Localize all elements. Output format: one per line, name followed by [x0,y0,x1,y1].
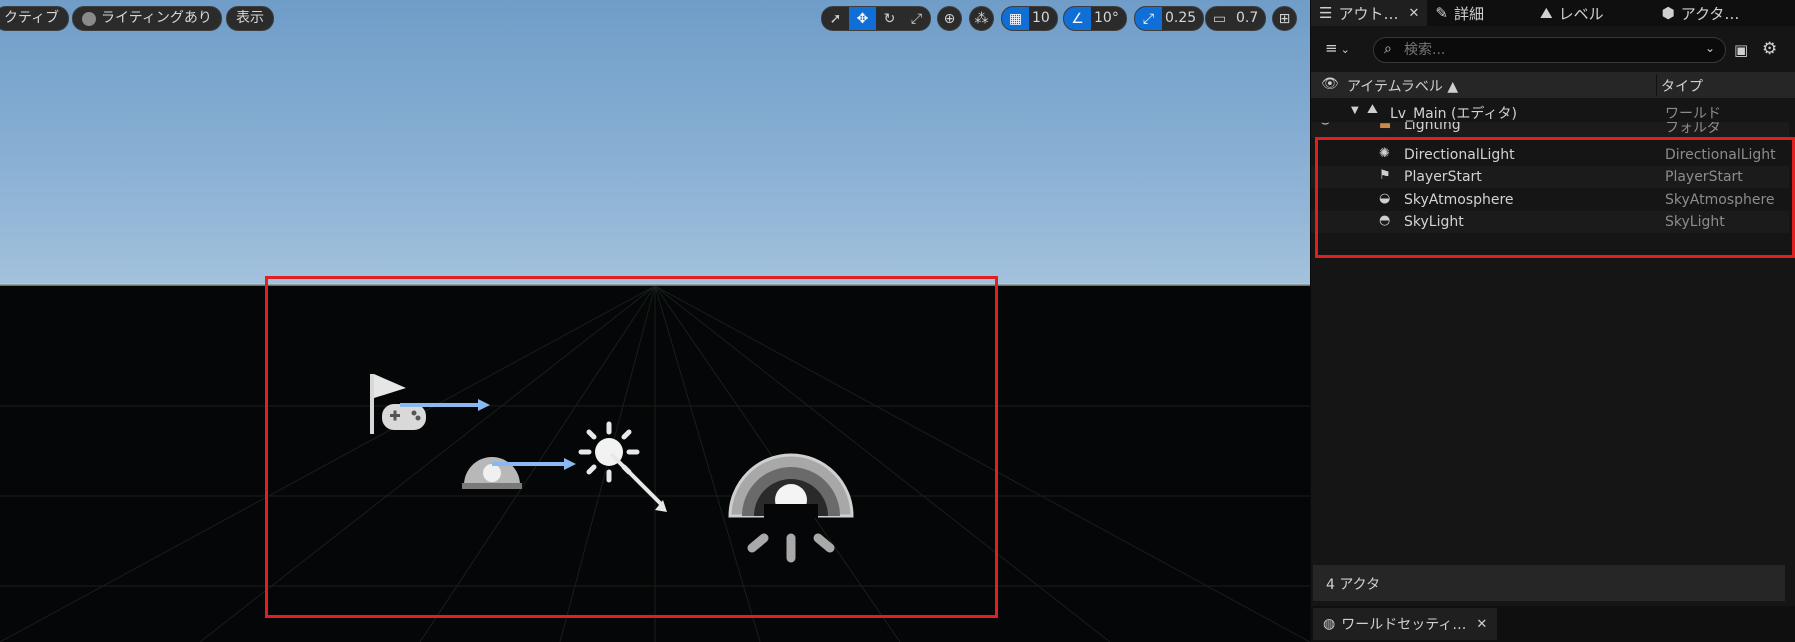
grid-snap-group: ▦ 10 [1001,6,1058,31]
tab-world-settings-label: ワールドセッティ… [1341,617,1467,633]
search-box[interactable]: ⌕ ⌄ [1373,37,1726,63]
tree-row-world[interactable]: ▼ ⛰ Lv_Main (エディタ) ワールド [1311,100,1789,122]
translate-tool-button[interactable]: ✥ [849,7,876,30]
expand-arrow-icon[interactable]: ▼ [1351,105,1359,116]
scale-snap-value[interactable]: 0.25 [1162,7,1203,30]
close-icon[interactable]: ✕ [1408,6,1419,21]
surface-snap-button[interactable]: ⁂ [969,6,994,31]
level-icon: ⛰ [1539,4,1553,22]
search-icon: ⌕ [1384,41,1392,57]
chevron-down-icon: ⌄ [1340,43,1350,56]
row-type: フォルダ [1665,122,1721,136]
folder-plus-icon: ▣ [1734,41,1749,59]
visibility-eye-icon[interactable]: ⌣ [1321,122,1330,131]
filter-button[interactable]: ≡ ⌄ [1325,39,1350,57]
coordinate-system-button[interactable]: ⊕ [937,6,962,31]
tree-row-lighting-folder[interactable]: ⌣ ▬ Lighting フォルダ [1311,122,1789,138]
tab-actors-label: アクタ… [1680,4,1740,23]
layout-grid-icon: ⊞ [1278,10,1291,27]
tab-world-settings[interactable]: ◍ ワールドセッティ… ✕ [1313,608,1498,640]
perspective-label: クティブ [4,10,60,26]
row-name: Lighting [1404,122,1461,133]
actor-count-bar: 4 アクタ [1313,565,1785,601]
item-label-column[interactable]: アイテムラベル ▲ [1347,76,1458,96]
rotation-snap-value[interactable]: 10° [1091,7,1126,30]
bottom-tabbar: ◍ ワールドセッティ… ✕ [1311,606,1795,642]
grid-snap-value[interactable]: 10 [1029,7,1057,30]
show-menu[interactable]: 表示 [226,6,274,31]
scale-icon: ⤢ [910,10,923,27]
row-name: Lv_Main (エディタ) [1390,106,1517,122]
actor-icon: ⬢ [1661,4,1675,22]
viewport-layout-button[interactable]: ⊞ [1272,6,1297,31]
cursor-icon: ➚ [829,10,842,27]
grid-icon: ▦ [1008,10,1023,27]
row-type: ワールド [1665,106,1721,122]
actor-count-label: 4 アクタ [1326,577,1381,593]
visibility-eye-icon[interactable]: 👁 [1321,76,1339,92]
outliner-icon: ☰ [1319,4,1333,22]
tab-levels[interactable]: ⛰ レベル [1532,0,1612,26]
scale-snap-toggle[interactable]: ⤢ [1135,7,1162,30]
lit-sphere-icon [82,11,96,26]
filter-icon: ≡ [1325,39,1338,57]
rotation-snap-toggle[interactable]: ∠ [1064,7,1091,30]
tab-actors[interactable]: ⬢ アクタ… [1654,0,1748,26]
highlight-frame-outliner [1315,137,1795,258]
tab-details-label: 詳細 [1453,4,1484,23]
level-viewport[interactable]: クティブ ライティングあり 表示 ➚ ✥ ↻ ⤢ ⊕ ⁂ ▦ 10 ∠ 10° … [0,0,1310,642]
outliner-toolbar: ≡⌄ ⌕ ⌄ ▣ ⚙ [1311,33,1795,67]
angle-icon: ∠ [1071,10,1084,27]
select-tool-button[interactable]: ➚ [822,7,849,30]
surface-snap-icon: ⁂ [974,10,989,27]
folder-icon: ▬ [1379,122,1392,133]
scale-snap-group: ⤢ 0.25 [1134,6,1205,31]
tab-details[interactable]: ✎ 詳細 [1427,0,1492,26]
rotate-icon: ↻ [883,10,896,27]
rotate-tool-button[interactable]: ↻ [876,7,903,30]
move-arrows-icon: ✥ [856,10,869,27]
highlight-frame-viewport [265,276,998,618]
view-mode-label: ライティングあり [101,10,212,26]
close-icon[interactable]: ✕ [1476,617,1487,632]
globe-icon: ⊕ [943,10,956,27]
outliner-column-header: 👁 アイテムラベル ▲ タイプ [1311,72,1795,98]
transform-tools: ➚ ✥ ↻ ⤢ [821,6,931,31]
gear-icon: ⚙ [1762,39,1778,59]
camera-speed-value[interactable]: 0.7 [1233,7,1265,30]
world-settings-globe-icon: ◍ [1323,616,1336,632]
show-label: 表示 [236,10,264,26]
camera-speed-group: ▭ 0.7 [1205,6,1267,31]
tab-levels-label: レベル [1558,4,1604,23]
pencil-icon: ✎ [1435,4,1448,22]
outliner-panel: ☰ アウト… ✕ ✎ 詳細 ⛰ レベル ⬢ アクタ… ≡⌄ ⌕ ⌄ ▣ ⚙ 👁 … [1310,0,1795,642]
scale-arrow-icon: ⤢ [1142,10,1155,27]
view-mode-menu[interactable]: ライティングあり [72,6,222,31]
tab-outliner[interactable]: ☰ アウト… ✕ [1311,0,1428,26]
perspective-menu[interactable]: クティブ [0,6,70,31]
search-dropdown-icon[interactable]: ⌄ [1705,41,1715,55]
type-column[interactable]: タイプ [1661,76,1703,96]
camera-icon: ▭ [1212,10,1227,27]
rotation-snap-group: ∠ 10° [1063,6,1127,31]
settings-button[interactable]: ⚙ [1762,39,1777,59]
add-folder-button[interactable]: ▣ [1734,41,1748,59]
world-icon: ⛰ [1367,102,1378,117]
camera-speed-button[interactable]: ▭ [1206,7,1233,30]
panel-tabbar: ☰ アウト… ✕ ✎ 詳細 ⛰ レベル ⬢ アクタ… [1311,0,1795,26]
search-input[interactable] [1404,40,1694,60]
column-divider[interactable] [1656,74,1657,96]
scale-tool-button[interactable]: ⤢ [903,7,930,30]
grid-snap-toggle[interactable]: ▦ [1002,7,1029,30]
tab-outliner-label: アウト… [1338,4,1399,23]
